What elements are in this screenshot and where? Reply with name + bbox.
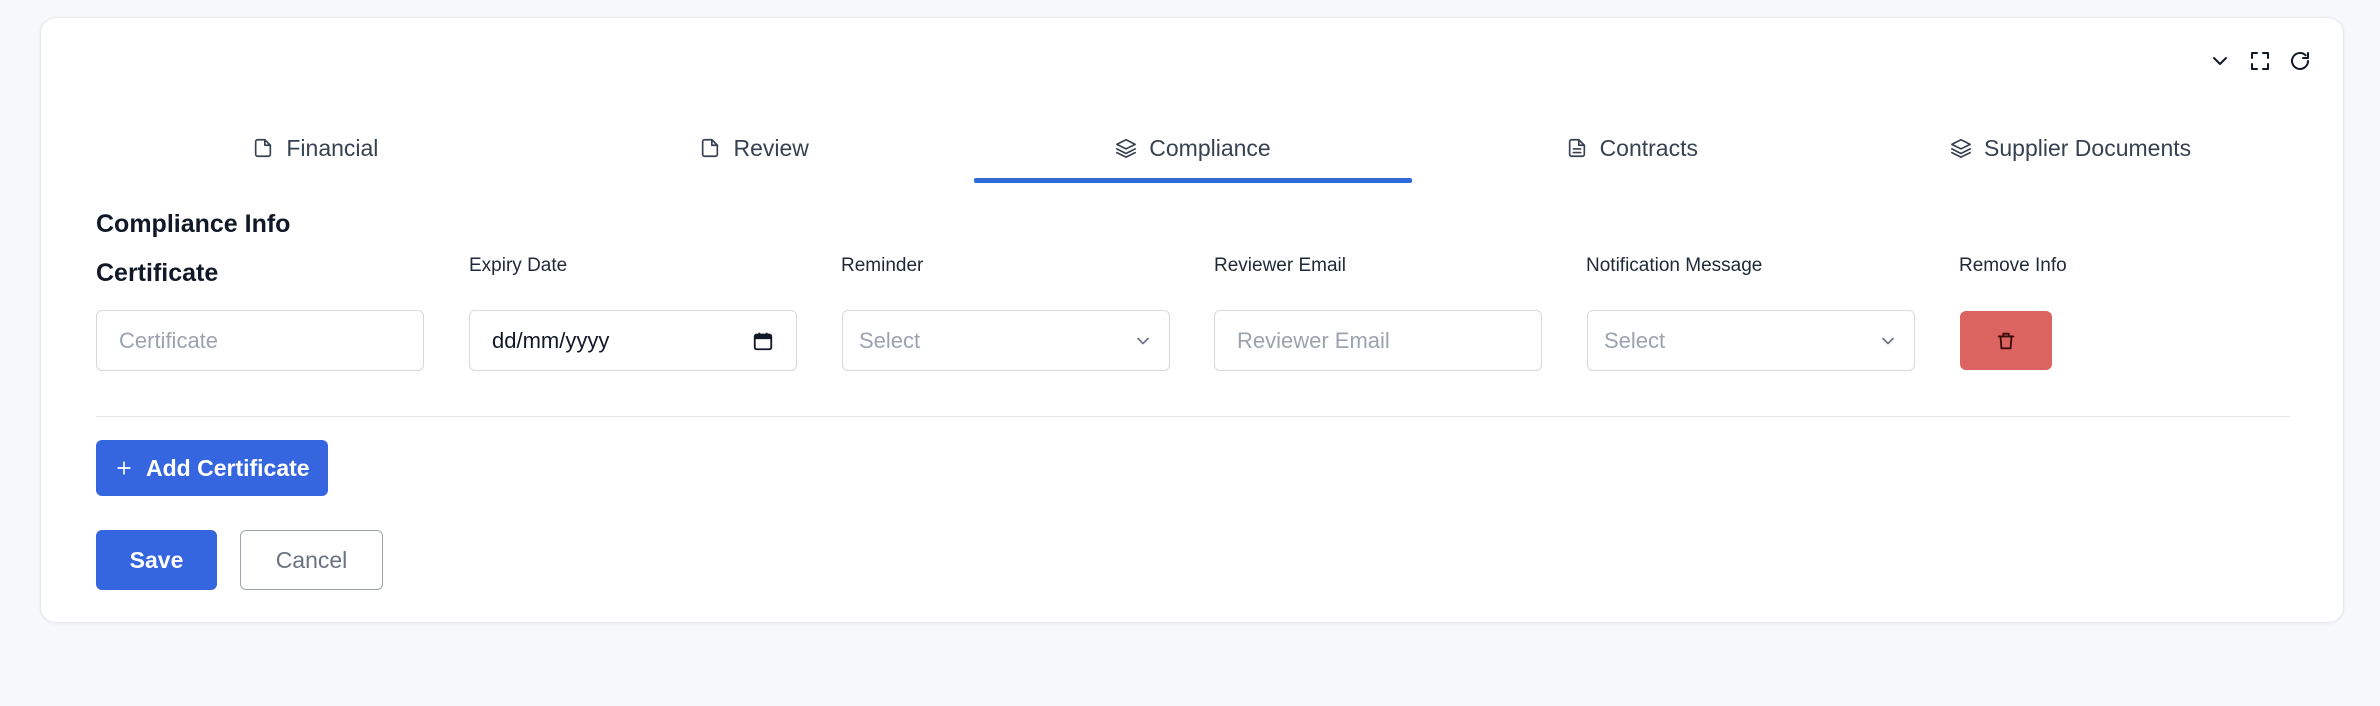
layers-icon <box>1951 138 1972 158</box>
plus-icon <box>117 461 131 475</box>
tab-review[interactable]: Review <box>535 113 974 183</box>
tab-bar: Financial Review Compliance Contracts Su… <box>96 113 2290 183</box>
certificate-placeholder: Certificate <box>119 327 219 353</box>
expiry-date-value: dd/mm/yyyy <box>492 327 610 353</box>
notification-message-label: Notification Message <box>1586 255 1763 276</box>
file-icon <box>702 138 719 158</box>
chevron-down-icon <box>1882 337 1894 344</box>
tab-financial[interactable]: Financial <box>96 113 535 183</box>
certificate-input[interactable]: Certificate <box>96 310 424 371</box>
chevron-down-icon[interactable] <box>2207 48 2233 74</box>
tab-label: Compliance <box>1149 134 1271 161</box>
tab-label: Contracts <box>1599 134 1698 161</box>
file-icon <box>255 138 272 158</box>
add-certificate-button[interactable]: Add Certificate <box>96 440 328 496</box>
section-title: Compliance Info <box>96 210 291 238</box>
tab-contracts[interactable]: Contracts <box>1412 113 1851 183</box>
chevron-down-icon <box>1137 337 1149 344</box>
calendar-icon[interactable] <box>752 330 774 352</box>
notification-message-select[interactable]: Select <box>1587 310 1915 371</box>
save-button[interactable]: Save <box>96 530 217 590</box>
layers-icon <box>1116 138 1137 158</box>
notification-placeholder: Select <box>1604 327 1666 353</box>
reviewer-email-input[interactable]: Reviewer Email <box>1214 310 1542 371</box>
expiry-date-label: Expiry Date <box>469 255 568 276</box>
expiry-date-input[interactable]: dd/mm/yyyy <box>469 310 797 371</box>
tab-supplier-documents[interactable]: Supplier Documents <box>1851 113 2290 183</box>
reminder-select[interactable]: Select <box>842 310 1170 371</box>
cancel-button[interactable]: Cancel <box>240 530 383 590</box>
tab-label: Financial <box>286 134 379 161</box>
tab-label: Review <box>733 134 809 161</box>
reminder-label: Reminder <box>841 255 924 276</box>
refresh-icon[interactable] <box>2287 48 2313 74</box>
fullscreen-icon[interactable] <box>2247 48 2273 74</box>
tab-compliance[interactable]: Compliance <box>973 113 1413 183</box>
window-controls <box>2207 48 2313 74</box>
trash-icon <box>1997 332 2015 349</box>
reviewer-email-placeholder: Reviewer Email <box>1237 327 1390 353</box>
tab-label: Supplier Documents <box>1984 134 2192 161</box>
reviewer-email-label: Reviewer Email <box>1214 255 1346 276</box>
reminder-placeholder: Select <box>859 327 921 353</box>
file-text-icon <box>1568 138 1585 158</box>
add-certificate-label: Add Certificate <box>146 454 310 481</box>
divider <box>96 416 2290 417</box>
remove-certificate-button[interactable] <box>1960 311 2052 370</box>
certificate-label: Certificate <box>96 259 219 287</box>
remove-info-label: Remove Info <box>1959 255 2067 276</box>
